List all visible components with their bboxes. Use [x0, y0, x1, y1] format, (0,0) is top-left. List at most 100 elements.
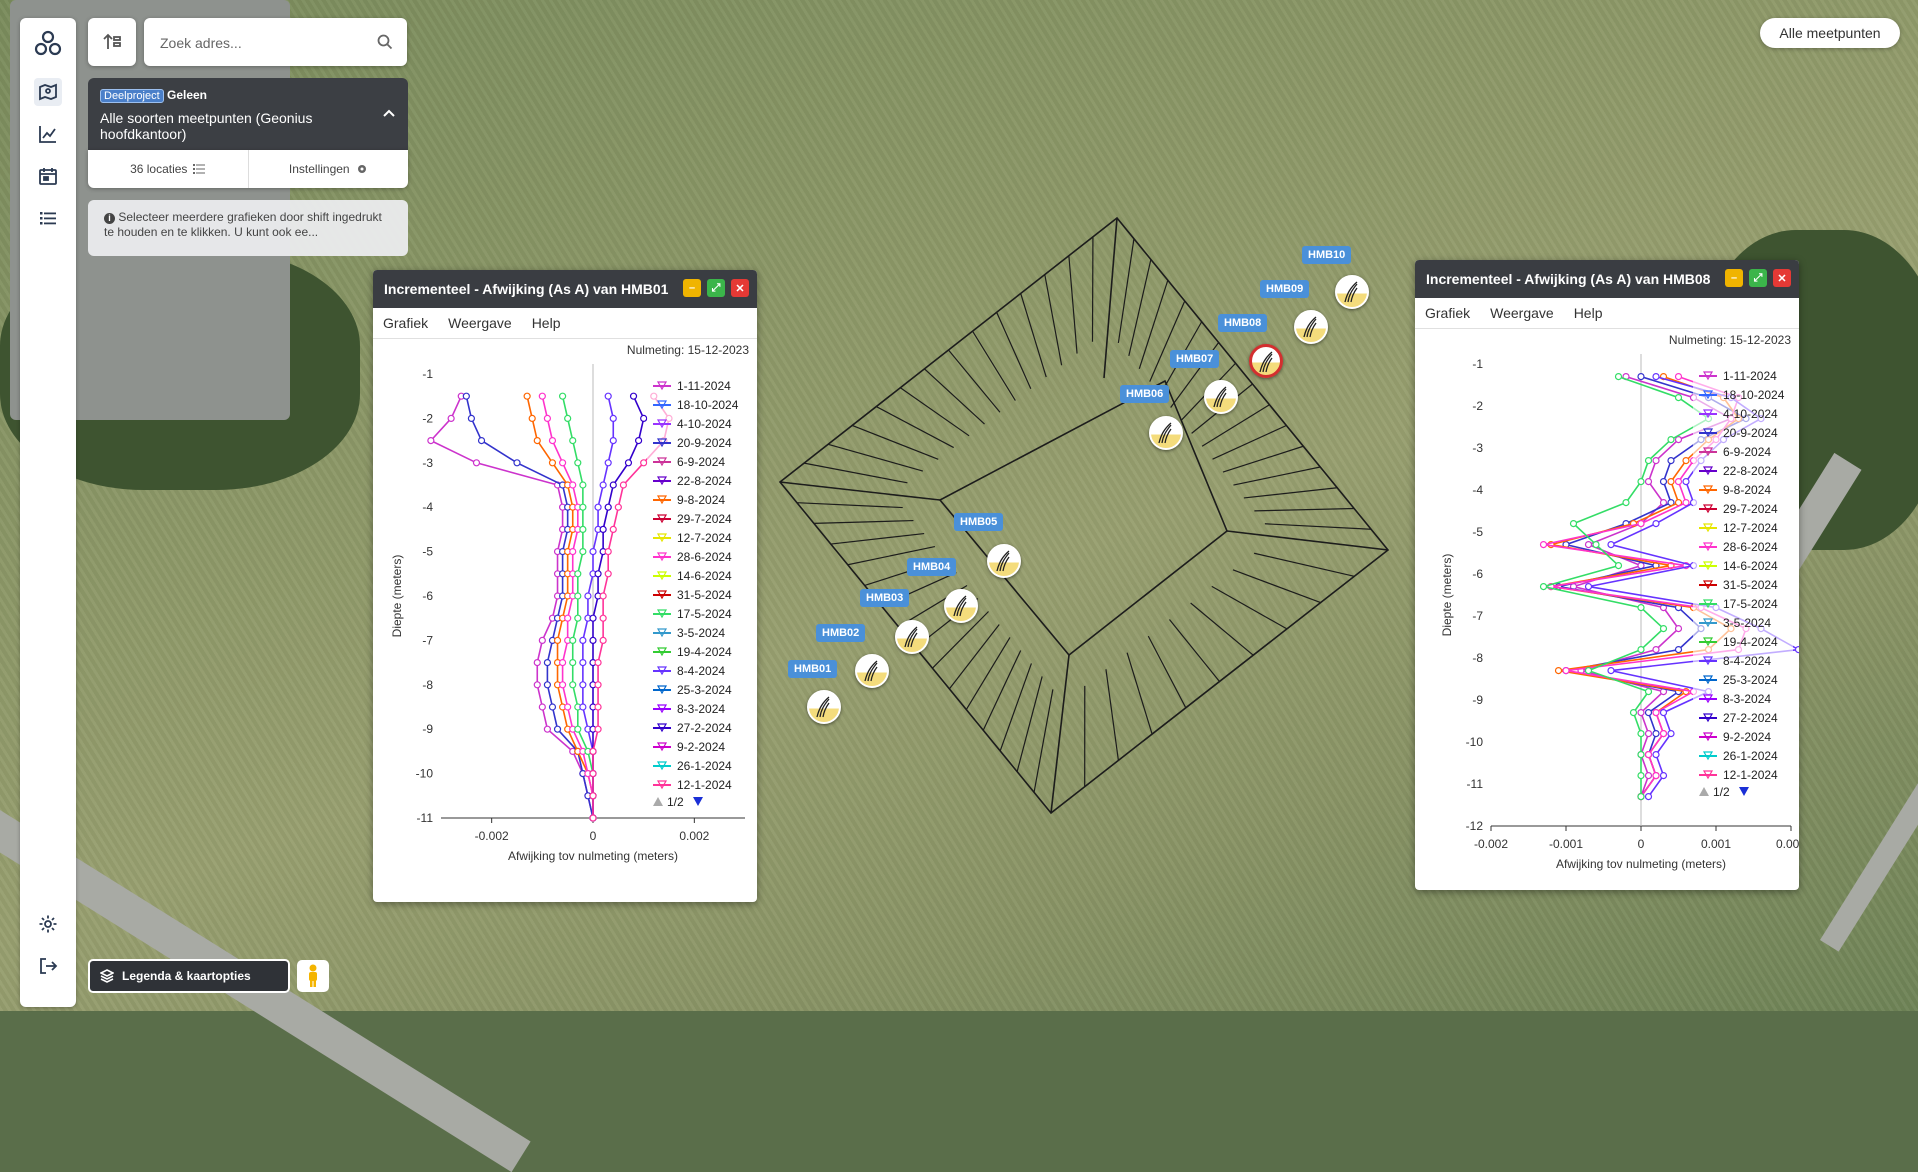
chart-icon[interactable] [34, 120, 62, 148]
chart-window-title[interactable]: Incrementeel - Afwijking (As A) van HMB0… [373, 270, 757, 308]
inclinometer-icon [1252, 347, 1282, 377]
info-message: i Selecteer meerdere grafieken door shif… [88, 200, 408, 256]
data-point [1608, 668, 1614, 674]
data-point [595, 726, 601, 732]
marker-hmb06[interactable] [1149, 416, 1183, 450]
marker-label[interactable]: HMB10 [1302, 246, 1351, 264]
nulmeting-label: Nulmeting: 15-12-2023 [1415, 329, 1799, 349]
marker-hmb04[interactable] [944, 589, 978, 623]
data-point [1683, 479, 1689, 485]
deviation-chart[interactable]: -1-2-3-4-5-6-7-8-9-10-11-12-0.002-0.0010… [1415, 348, 1799, 888]
locations-button[interactable]: 36 locaties [88, 150, 249, 188]
marker-hmb08[interactable] [1249, 344, 1283, 378]
x-tick-label: -0.002 [475, 829, 509, 843]
calendar-icon[interactable] [34, 162, 62, 190]
marker-hmb03[interactable] [895, 620, 929, 654]
list-icon[interactable] [34, 204, 62, 232]
data-point [580, 637, 586, 643]
menu-help[interactable]: Help [1574, 305, 1603, 321]
data-point [514, 460, 520, 466]
y-tick-label: -3 [422, 456, 433, 470]
hatch-line [966, 637, 1010, 709]
marker-label[interactable]: HMB06 [1120, 385, 1169, 403]
legend-page: 1/2 [667, 795, 684, 809]
marker-label[interactable]: HMB04 [907, 558, 956, 576]
menu-weergave[interactable]: Weergave [448, 315, 512, 331]
data-point [580, 482, 586, 488]
locations-label: 36 locaties [130, 162, 187, 176]
project-actions: 36 locaties Instellingen [88, 150, 408, 188]
data-point [610, 482, 616, 488]
marker-label[interactable]: HMB08 [1218, 314, 1267, 332]
all-points-button[interactable]: Alle meetpunten [1760, 18, 1900, 48]
data-point [1668, 437, 1674, 443]
data-point [585, 593, 591, 599]
data-point [636, 438, 642, 444]
logo-icon[interactable] [34, 28, 62, 58]
marker-label[interactable]: HMB07 [1170, 350, 1219, 368]
chart-window-hmb01[interactable]: Incrementeel - Afwijking (As A) van HMB0… [373, 270, 757, 902]
close-button[interactable]: ✕ [731, 279, 749, 297]
logout-icon[interactable] [34, 952, 62, 980]
maximize-button[interactable]: ⤢ [1749, 269, 1767, 287]
marker-hmb09[interactable] [1294, 310, 1328, 344]
project-header[interactable]: Deelproject Geleen Alle soorten meetpunt… [88, 78, 408, 150]
legend-label: 29-7-2024 [1723, 502, 1778, 516]
legend-label: 1-11-2024 [677, 379, 731, 393]
hatch-line [1069, 256, 1077, 354]
menu-help[interactable]: Help [532, 315, 561, 331]
y-tick-label: -10 [416, 767, 434, 781]
data-point [600, 482, 606, 488]
marker-label[interactable]: HMB02 [816, 624, 865, 642]
chart-window-title[interactable]: Incrementeel - Afwijking (As A) van HMB0… [1415, 260, 1799, 298]
sort-toggle-button[interactable] [88, 18, 136, 66]
data-point [1638, 374, 1644, 380]
data-point [615, 504, 621, 510]
maximize-button[interactable]: ⤢ [707, 279, 725, 297]
menu-weergave[interactable]: Weergave [1490, 305, 1554, 321]
marker-hmb10[interactable] [1335, 275, 1369, 309]
data-point [580, 682, 586, 688]
marker-hmb02[interactable] [855, 654, 889, 688]
marker-label[interactable]: HMB09 [1260, 280, 1309, 298]
y-tick-label: -4 [1472, 483, 1483, 497]
settings-button[interactable]: Instellingen [249, 150, 409, 188]
chart-window-hmb08[interactable]: Incrementeel - Afwijking (As A) van HMB0… [1415, 260, 1799, 890]
menu-grafiek[interactable]: Grafiek [1425, 305, 1470, 321]
menu-grafiek[interactable]: Grafiek [383, 315, 428, 331]
marker-label[interactable]: HMB03 [860, 589, 909, 607]
data-point [1638, 521, 1644, 527]
minimize-button[interactable]: – [1725, 269, 1743, 287]
hatch-line [1045, 275, 1062, 366]
marker-label[interactable]: HMB05 [954, 513, 1003, 531]
minimize-button[interactable]: – [683, 279, 701, 297]
marker-label[interactable]: HMB01 [788, 660, 837, 678]
gear-icon[interactable] [34, 910, 62, 938]
data-point [549, 704, 555, 710]
marker-hmb07[interactable] [1204, 380, 1238, 414]
search-input[interactable] [158, 30, 362, 56]
data-point [631, 393, 637, 399]
data-point [1683, 500, 1689, 506]
legend-label: 20-9-2024 [1723, 426, 1778, 440]
close-button[interactable]: ✕ [1773, 269, 1791, 287]
data-point [1593, 542, 1599, 548]
inclinometer-icon [897, 622, 927, 652]
marker-hmb05[interactable] [987, 544, 1021, 578]
map-icon[interactable] [34, 78, 62, 106]
hatch-line [949, 624, 999, 688]
deviation-chart[interactable]: -1-2-3-4-5-6-7-8-9-10-11-0.00200.002Afwi… [373, 358, 757, 898]
legend-label: Legenda & kaartopties [122, 969, 251, 983]
chevron-up-icon[interactable] [382, 106, 396, 120]
hatch-line [1212, 586, 1287, 628]
marker-hmb01[interactable] [807, 690, 841, 724]
data-point [1676, 479, 1682, 485]
search-icon[interactable] [377, 34, 393, 50]
hatch-line [1265, 524, 1371, 529]
legend-button[interactable]: Legenda & kaartopties [88, 959, 290, 993]
hatch-line [1244, 488, 1337, 498]
hatch-line [973, 331, 1016, 400]
pegman-icon [305, 964, 321, 988]
legend-label: 4-10-2024 [1723, 407, 1778, 421]
street-view-button[interactable] [297, 960, 329, 992]
